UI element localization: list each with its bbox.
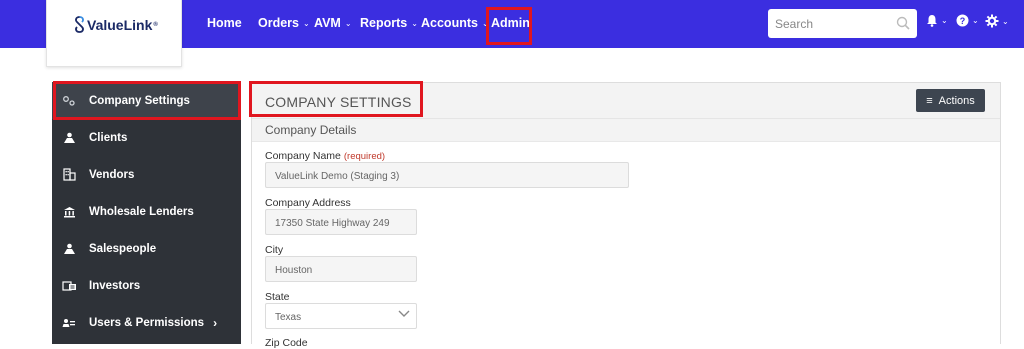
company-name-field[interactable]: ValueLink Demo (Staging 3) <box>265 162 629 188</box>
zip-code-label: Zip Code <box>265 337 308 349</box>
sidebar-item-users-permissions[interactable]: Users & Permissions › <box>52 304 241 341</box>
chevron-down-icon: ⌄ <box>303 19 310 29</box>
brand-logo[interactable]: ValueLink ® <box>74 16 158 33</box>
sidebar-item-salespeople[interactable]: Salespeople <box>52 230 241 267</box>
brand-registered-mark: ® <box>153 21 158 28</box>
city-label: City <box>265 244 284 256</box>
sidebar-item-clients[interactable]: Clients <box>52 119 241 156</box>
menu-icon: ≡ <box>926 94 933 107</box>
bank-icon <box>61 206 77 218</box>
sidebar-item-investors[interactable]: Investors <box>52 267 241 304</box>
sitemap-icon <box>61 132 77 144</box>
chevron-down-icon: ⌄ <box>1002 16 1009 26</box>
gear-icon <box>985 14 999 28</box>
chevron-down-icon: ⌄ <box>941 16 948 25</box>
users-icon <box>61 317 77 329</box>
valuelink-logo-icon <box>75 16 84 33</box>
section-title: Company Details <box>265 123 357 137</box>
notifications-menu[interactable]: ⌄ <box>926 14 948 27</box>
chevron-down-icon: ⌄ <box>344 19 352 29</box>
state-select[interactable]: Texas <box>265 303 417 329</box>
chevron-down-icon <box>398 310 410 317</box>
company-settings-highlight-box <box>53 81 241 120</box>
company-name-label-text: Company Name <box>265 150 341 162</box>
sidebar-item-label: Investors <box>89 279 141 292</box>
nav-reports[interactable]: Reports ⌄ <box>360 16 418 30</box>
sidebar-item-label: Clients <box>89 131 128 144</box>
admin-highlight-box <box>486 7 532 45</box>
state-select-value: Texas <box>275 312 302 323</box>
nav-orders[interactable]: Orders ⌄ <box>258 16 310 30</box>
sidebar-item-label: Users & Permissions <box>89 316 205 329</box>
nav-accounts-label: Accounts <box>421 16 478 30</box>
company-name-label: Company Name (required) <box>265 150 385 162</box>
sidebar-item-label: Salespeople <box>89 242 157 255</box>
svg-text:?: ? <box>960 16 966 26</box>
sidebar-item-wholesale-lenders[interactable]: Wholesale Lenders <box>52 193 241 230</box>
sidebar-item-vendors[interactable]: Vendors <box>52 156 241 193</box>
nav-accounts[interactable]: Accounts ⌄ <box>421 16 489 30</box>
nav-orders-label: Orders <box>258 16 299 30</box>
search-input[interactable] <box>775 15 893 32</box>
nav-avm-label: AVM <box>314 16 341 30</box>
building-icon <box>61 168 77 181</box>
nav-avm[interactable]: AVM ⌄ <box>314 16 352 30</box>
required-marker: (required) <box>343 151 386 162</box>
admin-sidebar: Company Settings Clients Vendors Wholesa… <box>52 82 241 344</box>
settings-menu[interactable]: ⌄ <box>985 14 1009 28</box>
state-label: State <box>265 291 290 303</box>
help-menu[interactable]: ? ⌄ <box>956 14 979 27</box>
nav-home[interactable]: Home <box>207 16 242 30</box>
actions-button-label: Actions <box>938 94 975 107</box>
section-header: Company Details <box>252 119 1000 142</box>
company-settings-panel: COMPANY SETTINGS ≡ Actions Company Detai… <box>251 82 1001 349</box>
city-field[interactable]: Houston <box>265 256 417 282</box>
sidebar-item-label: Wholesale Lenders <box>89 205 194 218</box>
money-icon <box>61 280 77 292</box>
nav-reports-label: Reports <box>360 16 408 30</box>
brand-name: ValueLink <box>87 16 153 33</box>
actions-button[interactable]: ≡ Actions <box>916 89 985 112</box>
company-address-label: Company Address <box>265 197 351 209</box>
help-icon: ? <box>956 14 969 27</box>
company-address-field[interactable]: 17350 State Highway 249 <box>265 209 417 235</box>
bell-icon <box>927 15 937 27</box>
search-box[interactable] <box>768 9 917 38</box>
chevron-down-icon: ⌄ <box>411 19 418 29</box>
chevron-down-icon: ⌄ <box>972 16 979 25</box>
sidebar-item-label: Vendors <box>89 168 135 181</box>
page-title-highlight-box <box>249 81 423 117</box>
chevron-right-icon: › <box>213 315 218 330</box>
sitemap-icon <box>61 243 77 255</box>
search-icon[interactable] <box>896 16 910 30</box>
logo-container[interactable]: ValueLink ® <box>46 0 182 67</box>
